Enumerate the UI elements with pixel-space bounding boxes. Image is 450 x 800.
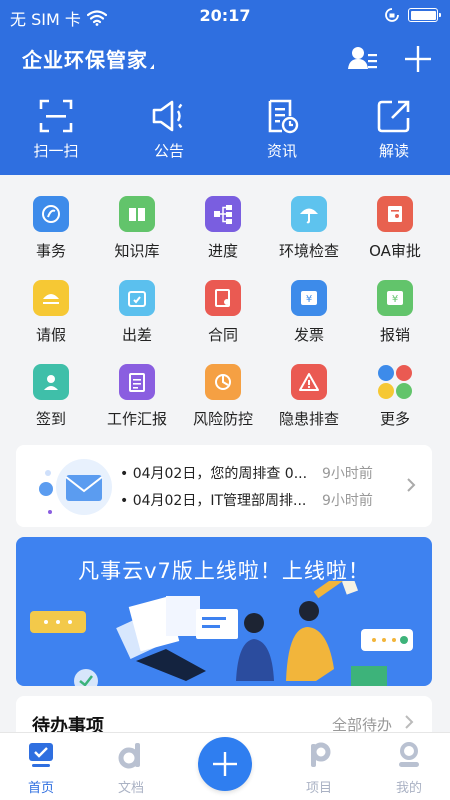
- rotation-lock-icon: [385, 8, 399, 22]
- grid-label: 隐患排查: [278, 410, 339, 428]
- grid-item-trip[interactable]: 出差: [94, 280, 180, 345]
- banner-illustration: [30, 581, 413, 686]
- scan-icon: [39, 99, 73, 133]
- chevron-right-icon[interactable]: [404, 714, 414, 730]
- grid-item-hazard[interactable]: 隐患排查: [266, 364, 352, 429]
- notice-time-1: 9小时前: [322, 466, 373, 482]
- grid-label: OA审批: [369, 242, 421, 260]
- grid-item-knowledge[interactable]: 知识库: [94, 196, 180, 261]
- grid-item-oa[interactable]: OA审批: [352, 196, 438, 261]
- plus-icon[interactable]: [401, 42, 435, 76]
- tab-project-label: 项目: [305, 781, 332, 796]
- promo-banner[interactable]: 凡事云v7版上线啦！上线啦！: [16, 537, 432, 686]
- grid-label: 工作汇报: [106, 410, 167, 428]
- book-icon: [119, 196, 155, 232]
- grid-item-contract[interactable]: 合同: [180, 280, 266, 345]
- checkin-icon: [33, 364, 69, 400]
- megaphone-icon: [152, 100, 183, 132]
- grid-label: 请假: [35, 326, 66, 344]
- contacts-icon[interactable]: [346, 42, 380, 76]
- grid-item-leave[interactable]: 请假: [8, 280, 94, 345]
- grid-label: 事务: [35, 242, 66, 260]
- quick-notice[interactable]: 公告: [129, 98, 209, 161]
- grid-item-affairs[interactable]: 事务: [8, 196, 94, 261]
- quick-scan[interactable]: 扫一扫: [16, 98, 96, 161]
- share-out-icon: [377, 100, 410, 133]
- tab-profile[interactable]: 我的: [374, 741, 444, 796]
- tab-docs-label: 文档: [117, 781, 144, 796]
- grid-label: 报销: [379, 326, 410, 344]
- plus-icon: [213, 752, 237, 776]
- grid-item-report[interactable]: 工作汇报: [94, 364, 180, 429]
- grid-label: 发票: [293, 326, 324, 344]
- trip-icon: [119, 280, 155, 316]
- leave-icon: [33, 280, 69, 316]
- chevron-right-icon[interactable]: [406, 477, 416, 493]
- notice-text-2[interactable]: • 04月02日，IT管理部周排...: [120, 490, 312, 510]
- grid-label: 签到: [35, 410, 66, 428]
- approval-icon: [377, 196, 413, 232]
- app-title[interactable]: 企业环保管家: [22, 44, 148, 73]
- caret-icon[interactable]: [150, 64, 154, 69]
- grid-item-progress[interactable]: 进度: [180, 196, 266, 261]
- tab-profile-label: 我的: [395, 781, 422, 796]
- more-icon: [377, 364, 413, 400]
- quick-news[interactable]: 资讯: [242, 98, 322, 161]
- grid-label: 出差: [121, 326, 152, 344]
- grid-item-risk[interactable]: 风险防控: [180, 364, 266, 429]
- contract-icon: [205, 280, 241, 316]
- tab-docs[interactable]: 文档: [96, 741, 166, 796]
- umbrella-icon: [291, 196, 327, 232]
- svg-text:¥: ¥: [392, 294, 398, 305]
- tab-home[interactable]: 首页: [6, 741, 76, 796]
- svg-text:¥: ¥: [306, 294, 312, 305]
- home-icon: [29, 743, 53, 767]
- grid-item-checkin[interactable]: 签到: [8, 364, 94, 429]
- quick-news-label: 资讯: [266, 142, 297, 160]
- grid-label: 进度: [207, 242, 238, 260]
- invoice-icon: ¥: [291, 280, 327, 316]
- flow-icon: [205, 196, 241, 232]
- project-icon: [311, 742, 331, 767]
- notice-card[interactable]: • 04月02日，您的周排查 0... 9小时前 • 04月02日，IT管理部周…: [16, 445, 432, 527]
- grid-label: 更多: [379, 410, 410, 428]
- grid-item-invoice[interactable]: ¥ 发票: [266, 280, 352, 345]
- doc-icon: [118, 743, 140, 769]
- status-bar: 无 SIM 卡 20:17: [0, 0, 450, 32]
- profile-icon: [399, 742, 419, 767]
- grid-item-reimburse[interactable]: ¥ 报销: [352, 280, 438, 345]
- tab-project[interactable]: 项目: [284, 741, 354, 796]
- grid-item-environment[interactable]: 环境检查: [266, 196, 352, 261]
- notice-text-1[interactable]: • 04月02日，您的周排查 0...: [120, 463, 312, 483]
- grid-item-more[interactable]: 更多: [352, 364, 438, 429]
- reimburse-icon: ¥: [377, 280, 413, 316]
- report-icon: [119, 364, 155, 400]
- grid-label: 风险防控: [192, 410, 253, 428]
- quick-interpret[interactable]: 解读: [354, 98, 434, 161]
- affairs-icon: [33, 196, 69, 232]
- quick-interpret-label: 解读: [378, 142, 409, 160]
- quick-notice-label: 公告: [153, 142, 184, 160]
- battery-icon: [408, 8, 441, 22]
- clock: 20:17: [199, 6, 251, 25]
- grid-label: 环境检查: [278, 242, 339, 260]
- grid-label: 合同: [207, 326, 238, 344]
- hazard-icon: [291, 364, 327, 400]
- mail-illustration: [39, 459, 112, 515]
- tab-home-label: 首页: [27, 781, 54, 796]
- grid-label: 知识库: [114, 242, 160, 260]
- add-button[interactable]: [198, 737, 252, 791]
- quick-scan-label: 扫一扫: [33, 142, 79, 160]
- risk-icon: [205, 364, 241, 400]
- news-icon: [268, 99, 299, 134]
- notice-time-2: 9小时前: [322, 493, 373, 509]
